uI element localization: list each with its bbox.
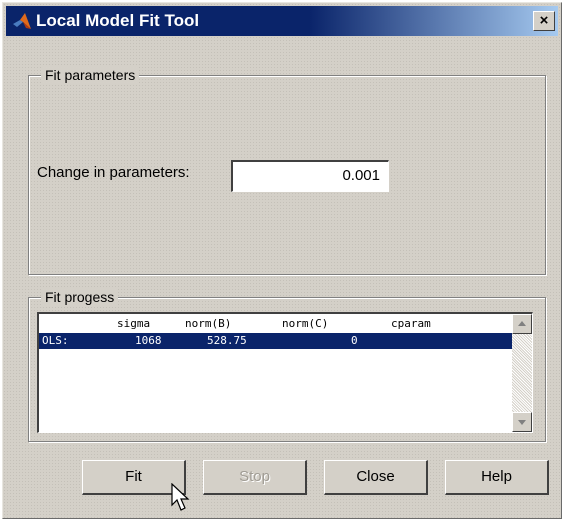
column-header-sigma: sigma [117,317,151,330]
fit-progress-group: Fit progess sigma norm(B) norm(C) cparam… [28,288,546,442]
local-model-fit-tool-window: Local Model Fit Tool × Fit parameters Ch… [2,2,562,519]
change-in-parameters-label: Change in parameters: [37,164,190,181]
title-bar[interactable]: Local Model Fit Tool × [6,6,558,36]
row-normB: 528.75 [207,334,247,347]
row-sigma: 1068 [135,334,162,347]
fit-progress-listbox[interactable]: sigma norm(B) norm(C) cparam OLS: 1068 5… [37,312,533,433]
list-header-row: sigma norm(B) norm(C) cparam [39,316,513,332]
scroll-up-button[interactable] [512,314,532,334]
vertical-scrollbar[interactable] [512,314,532,432]
column-header-cparam: cparam [391,317,431,330]
mouse-pointer-icon [171,483,190,511]
close-window-button[interactable]: × [533,11,555,31]
fit-progress-title: Fit progess [41,288,119,306]
column-header-normC: norm(C) [282,317,329,330]
help-button-label: Help [481,468,512,485]
column-header-normB: norm(B) [185,317,232,330]
change-in-parameters-value: 0.001 [342,167,380,184]
scroll-up-arrow-icon [518,321,526,326]
matlab-logo-icon [13,13,31,29]
fit-parameters-group: Fit parameters Change in parameters: 0.0… [28,66,546,275]
scroll-down-arrow-icon [518,420,526,425]
list-item[interactable]: OLS: 1068 528.75 0 [39,333,513,349]
close-button[interactable]: Close [324,460,428,495]
fit-parameters-title: Fit parameters [41,66,140,84]
row-name: OLS: [42,334,69,347]
stop-button-label: Stop [239,468,270,485]
row-normC: 0 [351,334,358,347]
help-button[interactable]: Help [445,460,549,495]
window-title: Local Model Fit Tool [36,11,200,30]
fit-button-label: Fit [125,468,142,485]
change-in-parameters-input[interactable]: 0.001 [231,160,389,192]
close-icon: × [539,12,549,29]
stop-button[interactable]: Stop [203,460,307,495]
close-button-label: Close [356,468,395,485]
scroll-down-button[interactable] [512,412,532,432]
